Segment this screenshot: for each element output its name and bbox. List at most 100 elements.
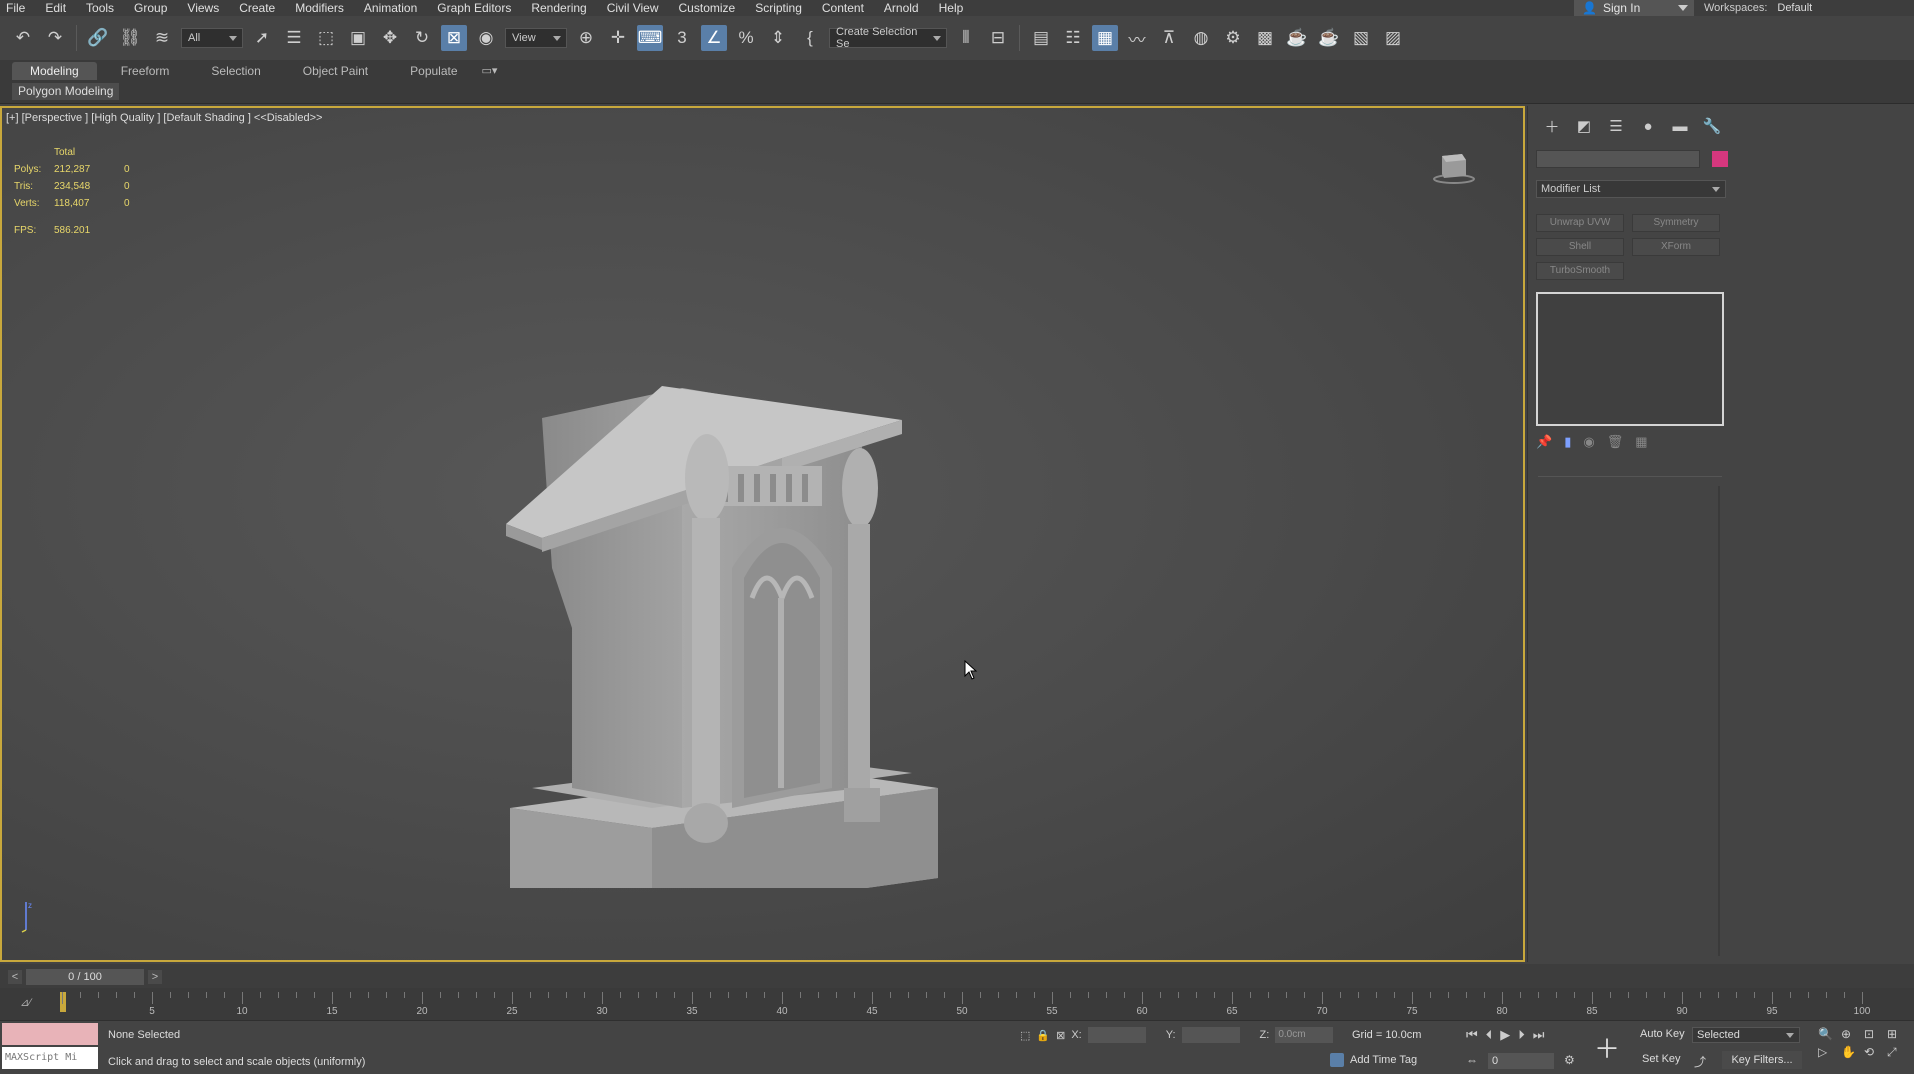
modifier-stack[interactable]	[1536, 292, 1724, 426]
selection-lock-icon[interactable]: 🔒	[1036, 1029, 1050, 1042]
symmetry-button[interactable]: Symmetry	[1632, 214, 1720, 232]
pivot-center-icon[interactable]: ⊕	[573, 25, 599, 51]
time-slider[interactable]: < 0 / 100 >	[0, 964, 1914, 988]
menu-scripting[interactable]: Scripting	[745, 0, 812, 16]
lectern-model[interactable]	[482, 268, 962, 888]
perspective-viewport[interactable]: [+] [Perspective ] [High Quality ] [Defa…	[0, 106, 1525, 962]
scene-explorer-icon[interactable]: ▤	[1028, 25, 1054, 51]
z-field[interactable]: 0.0cm	[1275, 1027, 1334, 1043]
y-field[interactable]	[1181, 1027, 1240, 1043]
absolute-mode-icon[interactable]: ⊠	[1056, 1029, 1065, 1042]
reference-coordinate-dropdown[interactable]: View	[505, 28, 567, 48]
current-frame-field[interactable]: 0	[1488, 1053, 1554, 1069]
tab-object-paint[interactable]: Object Paint	[285, 62, 386, 80]
tab-freeform[interactable]: Freeform	[103, 62, 188, 80]
viewcube-icon[interactable]	[1432, 146, 1476, 186]
key-mode-toggle-icon[interactable]: ⇔	[1466, 1053, 1478, 1067]
percent-snap-icon[interactable]: %	[733, 25, 759, 51]
add-time-tag-button[interactable]: Add Time Tag	[1330, 1053, 1417, 1067]
menu-edit[interactable]: Edit	[35, 0, 76, 16]
pin-stack-icon[interactable]: 📌	[1536, 434, 1552, 450]
spinner-snap-icon[interactable]: ⇕	[765, 25, 791, 51]
time-slider-next[interactable]: >	[148, 970, 162, 984]
tab-populate[interactable]: Populate	[392, 62, 475, 80]
menu-graph-editors[interactable]: Graph Editors	[427, 0, 521, 16]
rotate-icon[interactable]: ↻	[409, 25, 435, 51]
menu-group[interactable]: Group	[124, 0, 177, 16]
mirror-icon[interactable]: ⫴	[953, 25, 979, 51]
menu-create[interactable]: Create	[229, 0, 285, 16]
zoom-icon[interactable]: 🔍	[1818, 1027, 1840, 1041]
maxscript-mini-listener[interactable]: MAXScript Mi	[2, 1047, 98, 1069]
zoom-all-icon[interactable]: ⊕	[1841, 1027, 1863, 1041]
render-setup-icon[interactable]: ⚙	[1220, 25, 1246, 51]
field-of-view-icon[interactable]: ▷	[1818, 1045, 1840, 1060]
undo-icon[interactable]: ↶	[10, 25, 36, 51]
scale-icon[interactable]: ⊠	[441, 25, 467, 51]
configure-modifier-sets-icon[interactable]: ▦	[1635, 434, 1647, 450]
tab-modeling[interactable]: Modeling	[12, 62, 97, 80]
default-in-out-tangents-icon[interactable]: ⤴	[1694, 1053, 1706, 1070]
motion-tab-icon[interactable]: ●	[1638, 116, 1658, 136]
maxscript-listener-output[interactable]	[2, 1023, 98, 1045]
zoom-extents-all-icon[interactable]: ⊞	[1887, 1027, 1909, 1041]
orbit-icon[interactable]: ⟲	[1864, 1045, 1886, 1060]
key-filters-button[interactable]: Key Filters...	[1722, 1051, 1802, 1069]
maximize-viewport-icon[interactable]: ⤢	[1887, 1045, 1909, 1060]
viewport-label[interactable]: [+] [Perspective ] [High Quality ] [Defa…	[6, 112, 322, 124]
unlink-icon[interactable]: ⛓	[117, 25, 143, 51]
time-slider-thumb[interactable]: 0 / 100	[26, 969, 144, 985]
select-by-name-icon[interactable]: ☰	[281, 25, 307, 51]
link-icon[interactable]: 🔗	[85, 25, 111, 51]
pan-icon[interactable]: ✋	[1841, 1045, 1863, 1060]
render-in-cloud-icon[interactable]: ▨	[1380, 25, 1406, 51]
create-tab-icon[interactable]: ＋	[1542, 116, 1562, 136]
snaps-toggle-icon[interactable]: 3	[669, 25, 695, 51]
bind-space-warp-icon[interactable]: ≋	[149, 25, 175, 51]
zoom-extents-icon[interactable]: ⊡	[1864, 1027, 1886, 1041]
time-slider-prev[interactable]: <	[8, 970, 22, 984]
key-mode-dropdown[interactable]: Selected	[1692, 1027, 1800, 1043]
make-unique-icon[interactable]: ◉	[1583, 434, 1594, 450]
hierarchy-tab-icon[interactable]: ☰	[1606, 116, 1626, 136]
menu-civil-view[interactable]: Civil View	[597, 0, 669, 16]
menu-help[interactable]: Help	[929, 0, 974, 16]
sign-in-button[interactable]: 👤 Sign In	[1574, 0, 1694, 16]
menu-arnold[interactable]: Arnold	[874, 0, 929, 16]
redo-icon[interactable]: ↷	[42, 25, 68, 51]
manipulate-icon[interactable]: ✛	[605, 25, 631, 51]
previous-frame-icon[interactable]: ⏴	[1486, 1027, 1493, 1043]
play-icon[interactable]: ▶	[1500, 1027, 1510, 1043]
keyboard-shortcut-override-icon[interactable]: ⌨	[637, 25, 663, 51]
go-to-start-icon[interactable]: ⏮	[1466, 1027, 1478, 1043]
rectangular-selection-icon[interactable]: ⬚	[313, 25, 339, 51]
edit-named-selection-icon[interactable]: {	[797, 25, 823, 51]
curve-editor-icon[interactable]: 〰	[1124, 25, 1150, 51]
angle-snap-icon[interactable]: ∠	[701, 25, 727, 51]
menu-content[interactable]: Content	[812, 0, 874, 16]
turbosmooth-button[interactable]: TurboSmooth	[1536, 262, 1624, 280]
isolate-selection-icon[interactable]: ⬚	[1020, 1029, 1030, 1042]
menu-views[interactable]: Views	[177, 0, 229, 16]
set-keys-icon[interactable]: ＋	[1594, 1027, 1620, 1067]
align-icon[interactable]: ⊟	[985, 25, 1011, 51]
menu-customize[interactable]: Customize	[669, 0, 746, 16]
auto-key-button[interactable]: Auto Key	[1640, 1028, 1685, 1040]
render-production-icon[interactable]: ☕	[1284, 25, 1310, 51]
modifier-list-dropdown[interactable]: Modifier List	[1536, 180, 1726, 198]
ribbon-toggle-icon[interactable]: ▦	[1092, 25, 1118, 51]
rendered-frame-window-icon[interactable]: ▩	[1252, 25, 1278, 51]
schematic-view-icon[interactable]: ⊼	[1156, 25, 1182, 51]
menu-file[interactable]: File	[0, 0, 35, 16]
menu-tools[interactable]: Tools	[76, 0, 124, 16]
shell-button[interactable]: Shell	[1536, 238, 1624, 256]
window-crossing-icon[interactable]: ▣	[345, 25, 371, 51]
time-configuration-icon[interactable]: ⚙	[1564, 1053, 1575, 1067]
unwrap-uvw-button[interactable]: Unwrap UVW	[1536, 214, 1624, 232]
go-to-end-icon[interactable]: ⏭	[1533, 1027, 1545, 1043]
polygon-modeling-panel[interactable]: Polygon Modeling	[12, 83, 120, 100]
render-iterative-icon[interactable]: ☕	[1316, 25, 1342, 51]
object-color-swatch[interactable]	[1712, 151, 1728, 167]
remove-modifier-icon[interactable]: 🗑	[1607, 434, 1624, 450]
menu-rendering[interactable]: Rendering	[521, 0, 596, 16]
